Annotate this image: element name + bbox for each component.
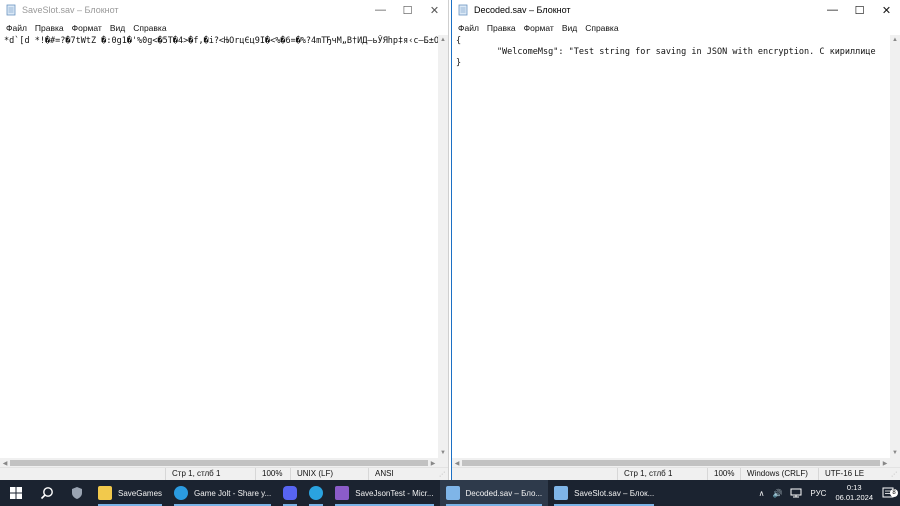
taskbar-app-telegram[interactable] [303, 480, 329, 506]
taskbar-app-savegames[interactable]: SaveGames [92, 480, 168, 506]
scroll-down-arrow-icon[interactable]: ▼ [890, 448, 900, 458]
discord-icon [283, 486, 298, 500]
taskbar-app-visual-studio[interactable]: SaveJsonTest - Micr... [329, 480, 439, 506]
scroll-down-arrow-icon[interactable]: ▼ [438, 448, 448, 458]
menu-bar: Файл Правка Формат Вид Справка [0, 20, 448, 35]
taskbar-app-decoded-notepad[interactable]: Decoded.sav – Бло... [439, 480, 549, 506]
notepad-icon [554, 486, 569, 500]
menu-bar: Файл Правка Формат Вид Справка [452, 20, 900, 35]
scroll-up-arrow-icon[interactable]: ▲ [890, 35, 900, 45]
menu-help[interactable]: Справка [581, 23, 622, 33]
menu-view[interactable]: Вид [558, 23, 581, 33]
status-encoding: ANSI [368, 468, 394, 480]
minimize-button[interactable]: — [367, 0, 394, 20]
editor-area[interactable]: *d`[d *!�#=?�7tWtZ �:0g1�'%0g<�5T�4>�f,�… [0, 35, 448, 468]
status-position: Стр 1, стлб 1 [165, 468, 220, 480]
menu-format[interactable]: Формат [68, 23, 106, 33]
show-hidden-icons-chevron-icon[interactable]: ∧ [755, 489, 769, 498]
clock-date: 06.01.2024 [835, 493, 873, 502]
menu-help[interactable]: Справка [129, 23, 170, 33]
notepad-icon [458, 4, 468, 16]
windows-logo-icon [10, 487, 22, 499]
vertical-scrollbar[interactable]: ▲ ▼ [438, 35, 448, 458]
menu-format[interactable]: Формат [520, 23, 558, 33]
system-tray: ∧ 🔊 РУС 0:13 06.01.2024 8 [755, 480, 900, 506]
search-icon [40, 487, 53, 500]
scroll-thumb[interactable] [10, 460, 428, 466]
shield-icon [72, 487, 82, 499]
menu-view[interactable]: Вид [106, 23, 129, 33]
security-app-button[interactable] [62, 480, 92, 506]
maximize-button[interactable]: ☐ [846, 0, 873, 20]
edge-icon [174, 486, 189, 500]
input-language-indicator[interactable]: РУС [806, 489, 830, 498]
scroll-up-arrow-icon[interactable]: ▲ [438, 35, 448, 45]
taskbar: SaveGames Game Jolt - Share y... SaveJso… [0, 480, 900, 506]
visual-studio-icon [335, 486, 350, 500]
text-content[interactable]: { "WelcomeMsg": "Test string for saving … [454, 35, 890, 458]
taskbar-app-edge[interactable]: Game Jolt - Share y... [168, 480, 277, 506]
editor-area[interactable]: { "WelcomeMsg": "Test string for saving … [452, 35, 900, 468]
start-button[interactable] [0, 480, 32, 506]
status-bar: Стр 1, стлб 1 100% Windows (CRLF) UTF-16… [452, 467, 900, 480]
menu-file[interactable]: Файл [454, 23, 483, 33]
volume-icon[interactable]: 🔊 [768, 489, 786, 498]
maximize-button[interactable]: ☐ [394, 0, 421, 20]
scroll-thumb[interactable] [462, 460, 880, 466]
vertical-scrollbar[interactable]: ▲ ▼ [890, 35, 900, 458]
folder-icon [98, 486, 112, 500]
title-bar[interactable]: Decoded.sav – Блокнот — ☐ ✕ [452, 0, 900, 20]
telegram-icon [309, 486, 324, 500]
menu-file[interactable]: Файл [2, 23, 31, 33]
minimize-button[interactable]: — [819, 0, 846, 20]
text-content[interactable]: *d`[d *!�#=?�7tWtZ �:0g1�'%0g<�5T�4>�f,�… [2, 35, 438, 458]
clock[interactable]: 0:13 06.01.2024 [830, 483, 878, 503]
window-title: SaveSlot.sav – Блокнот [22, 5, 119, 15]
clock-time: 0:13 [846, 483, 862, 492]
status-position: Стр 1, стлб 1 [617, 468, 672, 480]
window-title: Decoded.sav – Блокнот [474, 5, 571, 15]
status-zoom: 100% [707, 468, 734, 480]
notepad-window-saveslot[interactable]: SaveSlot.sav – Блокнот — ☐ ✕ Файл Правка… [0, 0, 449, 480]
close-button[interactable]: ✕ [421, 0, 448, 20]
network-icon[interactable] [786, 488, 806, 498]
menu-edit[interactable]: Правка [483, 23, 520, 33]
title-bar[interactable]: SaveSlot.sav – Блокнот — ☐ ✕ [0, 0, 448, 20]
taskbar-app-saveslot-notepad[interactable]: SaveSlot.sav – Блок... [548, 480, 660, 506]
resize-grip-icon[interactable]: ⋰ [439, 471, 447, 479]
notepad-icon [6, 4, 16, 16]
taskbar-app-discord[interactable] [277, 480, 303, 506]
status-line-ending: Windows (CRLF) [740, 468, 808, 480]
resize-grip-icon[interactable]: ⋰ [891, 471, 899, 479]
menu-edit[interactable]: Правка [31, 23, 68, 33]
status-encoding: UTF-16 LE [818, 468, 864, 480]
search-button[interactable] [32, 480, 62, 506]
close-button[interactable]: ✕ [873, 0, 900, 20]
status-line-ending: UNIX (LF) [290, 468, 333, 480]
notifications-button[interactable]: 8 [878, 487, 900, 499]
notification-count-badge: 8 [890, 489, 898, 497]
status-bar: Стр 1, стлб 1 100% UNIX (LF) ANSI ⋰ [0, 467, 448, 480]
notepad-window-decoded[interactable]: Decoded.sav – Блокнот — ☐ ✕ Файл Правка … [451, 0, 900, 480]
status-zoom: 100% [255, 468, 282, 480]
notepad-icon [445, 486, 460, 500]
